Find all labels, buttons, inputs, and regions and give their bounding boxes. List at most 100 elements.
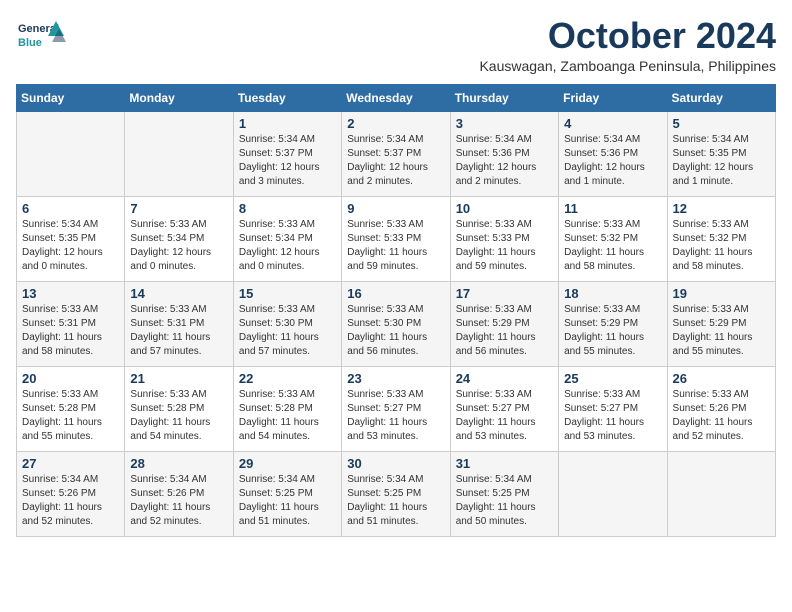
day-number: 20 [22, 371, 119, 386]
day-cell: 24 Sunrise: 5:33 AMSunset: 5:27 PMDaylig… [450, 366, 558, 451]
day-info: Sunrise: 5:33 AMSunset: 5:30 PMDaylight:… [239, 303, 336, 359]
day-number: 7 [130, 201, 227, 216]
day-info: Sunrise: 5:34 AMSunset: 5:37 PMDaylight:… [239, 133, 336, 189]
day-number: 5 [673, 116, 770, 131]
day-cell: 18 Sunrise: 5:33 AMSunset: 5:29 PMDaylig… [559, 281, 667, 366]
day-cell: 13 Sunrise: 5:33 AMSunset: 5:31 PMDaylig… [17, 281, 125, 366]
day-info: Sunrise: 5:33 AMSunset: 5:27 PMDaylight:… [347, 388, 444, 444]
day-info: Sunrise: 5:33 AMSunset: 5:29 PMDaylight:… [456, 303, 553, 359]
month-title: October 2024 [479, 16, 776, 56]
day-number: 30 [347, 456, 444, 471]
day-number: 19 [673, 286, 770, 301]
day-info: Sunrise: 5:33 AMSunset: 5:34 PMDaylight:… [239, 218, 336, 274]
day-cell: 9 Sunrise: 5:33 AMSunset: 5:33 PMDayligh… [342, 196, 450, 281]
col-saturday: Saturday [667, 84, 775, 111]
day-cell: 28 Sunrise: 5:34 AMSunset: 5:26 PMDaylig… [125, 451, 233, 536]
day-cell [667, 451, 775, 536]
day-info: Sunrise: 5:34 AMSunset: 5:26 PMDaylight:… [22, 473, 119, 529]
day-info: Sunrise: 5:33 AMSunset: 5:33 PMDaylight:… [347, 218, 444, 274]
day-number: 13 [22, 286, 119, 301]
day-number: 24 [456, 371, 553, 386]
day-info: Sunrise: 5:33 AMSunset: 5:29 PMDaylight:… [564, 303, 661, 359]
day-number: 22 [239, 371, 336, 386]
col-monday: Monday [125, 84, 233, 111]
day-cell: 31 Sunrise: 5:34 AMSunset: 5:25 PMDaylig… [450, 451, 558, 536]
day-number: 28 [130, 456, 227, 471]
day-info: Sunrise: 5:34 AMSunset: 5:36 PMDaylight:… [456, 133, 553, 189]
day-cell: 22 Sunrise: 5:33 AMSunset: 5:28 PMDaylig… [233, 366, 341, 451]
day-number: 21 [130, 371, 227, 386]
header-area: General Blue October 2024 Kauswagan, Zam… [16, 16, 776, 74]
header-row: Sunday Monday Tuesday Wednesday Thursday… [17, 84, 776, 111]
day-info: Sunrise: 5:33 AMSunset: 5:28 PMDaylight:… [22, 388, 119, 444]
day-number: 1 [239, 116, 336, 131]
day-cell: 7 Sunrise: 5:33 AMSunset: 5:34 PMDayligh… [125, 196, 233, 281]
day-cell: 25 Sunrise: 5:33 AMSunset: 5:27 PMDaylig… [559, 366, 667, 451]
day-cell: 6 Sunrise: 5:34 AMSunset: 5:35 PMDayligh… [17, 196, 125, 281]
day-info: Sunrise: 5:33 AMSunset: 5:30 PMDaylight:… [347, 303, 444, 359]
day-info: Sunrise: 5:33 AMSunset: 5:26 PMDaylight:… [673, 388, 770, 444]
logo-svg: General Blue [16, 16, 66, 61]
day-number: 9 [347, 201, 444, 216]
day-cell [17, 111, 125, 196]
day-number: 15 [239, 286, 336, 301]
week-row-4: 20 Sunrise: 5:33 AMSunset: 5:28 PMDaylig… [17, 366, 776, 451]
day-cell: 16 Sunrise: 5:33 AMSunset: 5:30 PMDaylig… [342, 281, 450, 366]
svg-text:Blue: Blue [18, 37, 42, 49]
day-info: Sunrise: 5:34 AMSunset: 5:25 PMDaylight:… [347, 473, 444, 529]
day-info: Sunrise: 5:34 AMSunset: 5:25 PMDaylight:… [239, 473, 336, 529]
day-cell: 10 Sunrise: 5:33 AMSunset: 5:33 PMDaylig… [450, 196, 558, 281]
day-info: Sunrise: 5:33 AMSunset: 5:27 PMDaylight:… [564, 388, 661, 444]
day-number: 17 [456, 286, 553, 301]
day-number: 2 [347, 116, 444, 131]
week-row-1: 1 Sunrise: 5:34 AMSunset: 5:37 PMDayligh… [17, 111, 776, 196]
col-friday: Friday [559, 84, 667, 111]
day-info: Sunrise: 5:34 AMSunset: 5:37 PMDaylight:… [347, 133, 444, 189]
day-info: Sunrise: 5:33 AMSunset: 5:34 PMDaylight:… [130, 218, 227, 274]
day-cell: 29 Sunrise: 5:34 AMSunset: 5:25 PMDaylig… [233, 451, 341, 536]
day-cell: 26 Sunrise: 5:33 AMSunset: 5:26 PMDaylig… [667, 366, 775, 451]
day-number: 29 [239, 456, 336, 471]
day-number: 18 [564, 286, 661, 301]
day-cell [559, 451, 667, 536]
day-number: 10 [456, 201, 553, 216]
week-row-3: 13 Sunrise: 5:33 AMSunset: 5:31 PMDaylig… [17, 281, 776, 366]
calendar-body: 1 Sunrise: 5:34 AMSunset: 5:37 PMDayligh… [17, 111, 776, 536]
day-number: 12 [673, 201, 770, 216]
day-info: Sunrise: 5:34 AMSunset: 5:35 PMDaylight:… [673, 133, 770, 189]
day-number: 11 [564, 201, 661, 216]
day-number: 6 [22, 201, 119, 216]
day-cell: 27 Sunrise: 5:34 AMSunset: 5:26 PMDaylig… [17, 451, 125, 536]
day-info: Sunrise: 5:33 AMSunset: 5:27 PMDaylight:… [456, 388, 553, 444]
day-cell: 1 Sunrise: 5:34 AMSunset: 5:37 PMDayligh… [233, 111, 341, 196]
day-number: 14 [130, 286, 227, 301]
day-info: Sunrise: 5:33 AMSunset: 5:29 PMDaylight:… [673, 303, 770, 359]
day-info: Sunrise: 5:33 AMSunset: 5:28 PMDaylight:… [130, 388, 227, 444]
title-area: October 2024 Kauswagan, Zamboanga Penins… [479, 16, 776, 74]
day-info: Sunrise: 5:34 AMSunset: 5:36 PMDaylight:… [564, 133, 661, 189]
day-number: 8 [239, 201, 336, 216]
day-cell: 20 Sunrise: 5:33 AMSunset: 5:28 PMDaylig… [17, 366, 125, 451]
day-info: Sunrise: 5:34 AMSunset: 5:26 PMDaylight:… [130, 473, 227, 529]
day-number: 16 [347, 286, 444, 301]
day-cell: 14 Sunrise: 5:33 AMSunset: 5:31 PMDaylig… [125, 281, 233, 366]
day-cell: 5 Sunrise: 5:34 AMSunset: 5:35 PMDayligh… [667, 111, 775, 196]
day-cell: 4 Sunrise: 5:34 AMSunset: 5:36 PMDayligh… [559, 111, 667, 196]
col-wednesday: Wednesday [342, 84, 450, 111]
day-info: Sunrise: 5:33 AMSunset: 5:32 PMDaylight:… [673, 218, 770, 274]
day-cell: 11 Sunrise: 5:33 AMSunset: 5:32 PMDaylig… [559, 196, 667, 281]
col-tuesday: Tuesday [233, 84, 341, 111]
day-number: 27 [22, 456, 119, 471]
day-number: 3 [456, 116, 553, 131]
day-number: 23 [347, 371, 444, 386]
day-info: Sunrise: 5:34 AMSunset: 5:25 PMDaylight:… [456, 473, 553, 529]
week-row-5: 27 Sunrise: 5:34 AMSunset: 5:26 PMDaylig… [17, 451, 776, 536]
col-thursday: Thursday [450, 84, 558, 111]
day-info: Sunrise: 5:33 AMSunset: 5:33 PMDaylight:… [456, 218, 553, 274]
day-cell: 30 Sunrise: 5:34 AMSunset: 5:25 PMDaylig… [342, 451, 450, 536]
day-number: 25 [564, 371, 661, 386]
week-row-2: 6 Sunrise: 5:34 AMSunset: 5:35 PMDayligh… [17, 196, 776, 281]
day-info: Sunrise: 5:33 AMSunset: 5:28 PMDaylight:… [239, 388, 336, 444]
day-cell: 19 Sunrise: 5:33 AMSunset: 5:29 PMDaylig… [667, 281, 775, 366]
day-cell: 21 Sunrise: 5:33 AMSunset: 5:28 PMDaylig… [125, 366, 233, 451]
